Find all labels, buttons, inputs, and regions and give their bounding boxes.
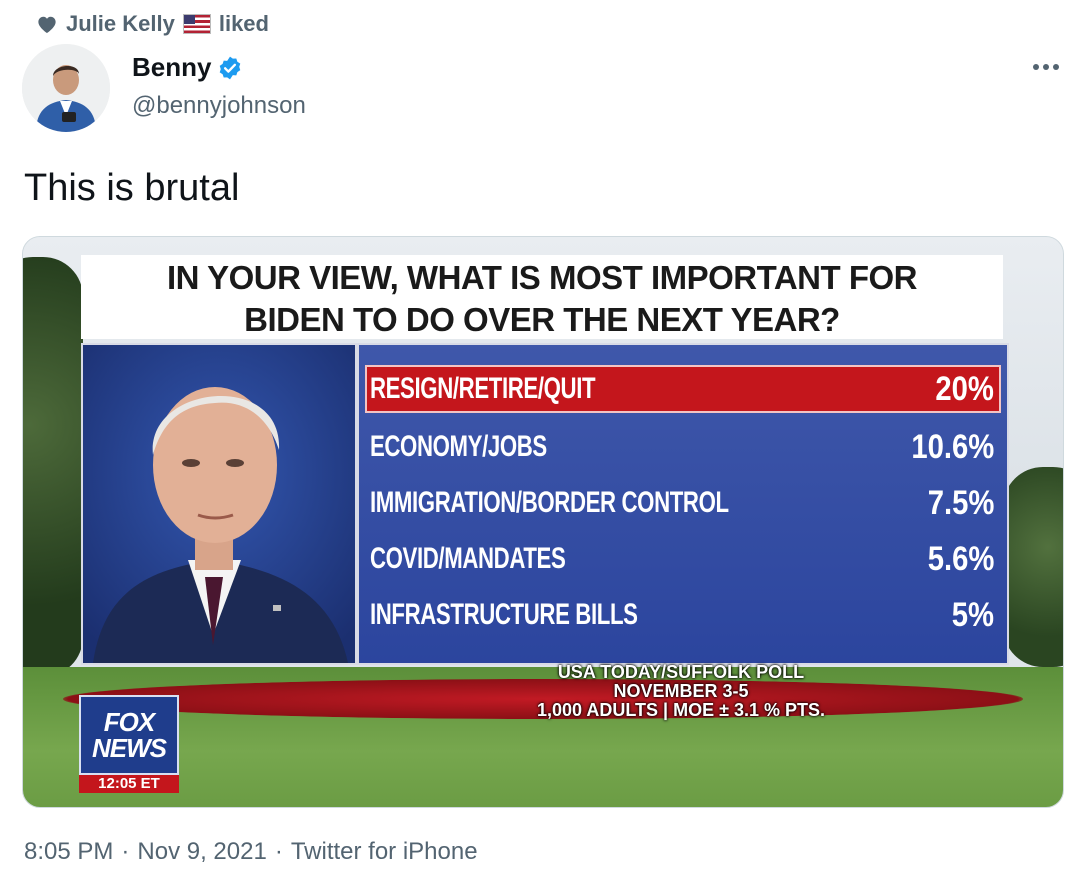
fox-news-box: FOX NEWS xyxy=(79,695,179,775)
tweet-date[interactable]: Nov 9, 2021 xyxy=(137,838,266,866)
us-flag-icon xyxy=(182,14,211,34)
tweet-metadata: 8:05 PM · Nov 9, 2021 · Twitter for iPho… xyxy=(24,838,478,866)
tweet-time[interactable]: 8:05 PM xyxy=(24,838,113,866)
meta-separator: · xyxy=(274,838,283,865)
question-line-2: BIDEN TO DO OVER THE NEXT YEAR? xyxy=(244,301,840,338)
more-options-button[interactable] xyxy=(1026,52,1066,82)
question-line-1: IN YOUR VIEW, WHAT IS MOST IMPORTANT FOR xyxy=(167,259,918,296)
result-value: 5.6% xyxy=(927,539,994,578)
result-value: 7.5% xyxy=(927,483,994,522)
verified-badge-icon xyxy=(217,55,243,81)
result-row: IMMIGRATION/BORDER CONTROL 7.5% xyxy=(367,481,999,525)
fox-news-logo: FOX NEWS 12:05 ET xyxy=(79,695,179,793)
result-row: COVID/MANDATES 5.6% xyxy=(367,537,999,581)
result-label: COVID/MANDATES xyxy=(369,542,566,575)
author-display-name[interactable]: Benny xyxy=(132,52,211,83)
source-line-2: NOVEMBER 3-5 xyxy=(613,681,749,701)
tweet-image[interactable]: IN YOUR VIEW, WHAT IS MOST IMPORTANT FOR… xyxy=(22,236,1064,808)
biden-photo-panel xyxy=(81,343,357,665)
dot-icon xyxy=(1043,64,1049,70)
heart-icon xyxy=(36,14,58,34)
result-label: ECONOMY/JOBS xyxy=(369,430,547,463)
author-handle[interactable]: @bennyjohnson xyxy=(132,92,306,120)
result-label: IMMIGRATION/BORDER CONTROL xyxy=(369,486,729,519)
tree-right xyxy=(1003,467,1063,667)
result-row: RESIGN/RETIRE/QUIT 20% xyxy=(365,365,1001,413)
meta-separator: · xyxy=(121,838,130,865)
result-label: RESIGN/RETIRE/QUIT xyxy=(369,372,596,405)
tree-left xyxy=(23,257,83,677)
social-context: Julie Kelly liked xyxy=(36,8,269,40)
result-label: INFRASTRUCTURE BILLS xyxy=(369,598,638,631)
poll-source: USA TODAY/SUFFOLK POLL NOVEMBER 3-5 1,00… xyxy=(357,663,1005,721)
tweet-text: This is brutal xyxy=(24,167,240,209)
biden-portrait xyxy=(83,345,355,663)
poll-results-panel: RESIGN/RETIRE/QUIT 20% ECONOMY/JOBS 10.6… xyxy=(357,343,1009,665)
poll-question: IN YOUR VIEW, WHAT IS MOST IMPORTANT FOR… xyxy=(81,255,1003,339)
source-line-1: USA TODAY/SUFFOLK POLL xyxy=(557,662,805,682)
result-value: 10.6% xyxy=(910,427,994,466)
liked-label: liked xyxy=(218,11,269,36)
dot-icon xyxy=(1053,64,1059,70)
author-name[interactable]: Benny xyxy=(132,52,243,83)
result-row: ECONOMY/JOBS 10.6% xyxy=(367,425,999,469)
result-value: 20% xyxy=(935,369,994,408)
logo-fox-text: FOX xyxy=(103,707,155,737)
liker-name[interactable]: Julie Kelly xyxy=(66,11,175,37)
tweet-source[interactable]: Twitter for iPhone xyxy=(291,838,478,866)
avatar[interactable] xyxy=(22,44,110,132)
logo-news-text: NEWS xyxy=(92,733,167,763)
source-line-3: 1,000 ADULTS | MOE ± 3.1 % PTS. xyxy=(537,700,825,720)
broadcast-time: 12:05 ET xyxy=(79,775,179,793)
result-value: 5% xyxy=(951,595,994,634)
result-row: INFRASTRUCTURE BILLS 5% xyxy=(367,593,999,637)
dot-icon xyxy=(1033,64,1039,70)
